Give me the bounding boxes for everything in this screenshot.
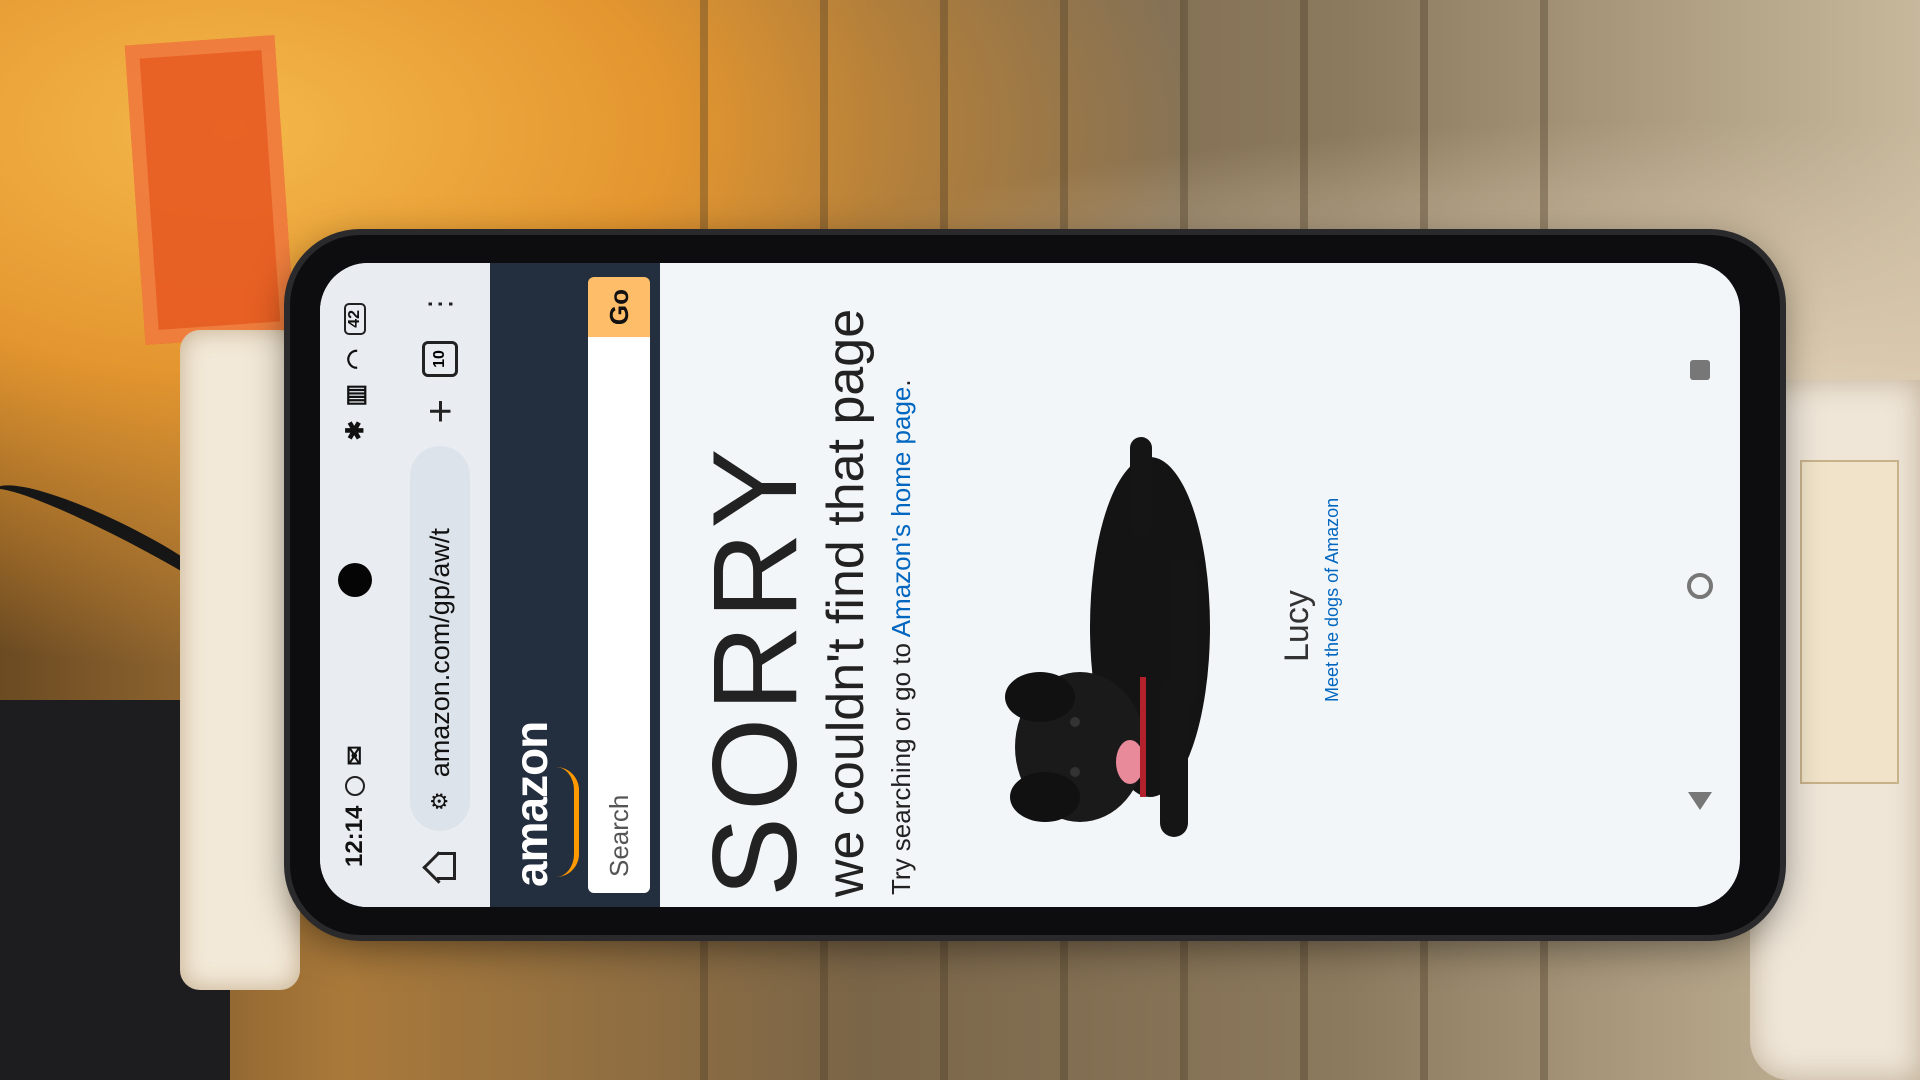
home-nav-icon[interactable] bbox=[1687, 573, 1713, 600]
tune-icon[interactable]: ⚙ bbox=[427, 791, 453, 811]
home-icon[interactable] bbox=[425, 853, 455, 883]
go-button[interactable]: Go bbox=[588, 277, 650, 337]
signal-icon: ▥ bbox=[341, 383, 369, 407]
battery-indicator: 42 bbox=[344, 303, 366, 335]
search-row: Search Go bbox=[588, 277, 650, 893]
screen-content: 12:14 ✉ ✱ ▥ ◠ 42 ⚙ amazon.com/gp/aw/t + … bbox=[320, 263, 1740, 907]
status-time: 12:14 bbox=[341, 805, 368, 867]
back-icon[interactable] bbox=[1688, 792, 1712, 811]
address-bar[interactable]: ⚙ amazon.com/gp/aw/t bbox=[410, 445, 470, 831]
dog-name: Lucy bbox=[1278, 590, 1316, 662]
amazon-logo[interactable]: amazon bbox=[504, 722, 558, 887]
wifi-icon: ◠ bbox=[341, 348, 369, 370]
error-heading: SORRY bbox=[688, 442, 822, 897]
meet-dogs-link[interactable]: Meet the dogs of Amazon bbox=[1322, 498, 1343, 702]
search-input[interactable]: Search bbox=[588, 337, 650, 893]
amazon-header: amazon Search Go bbox=[490, 263, 660, 907]
error-body-prefix: Try searching or go to bbox=[886, 637, 916, 895]
amazon-smile-icon bbox=[556, 767, 579, 877]
recents-icon[interactable] bbox=[1690, 359, 1710, 380]
error-content: SORRY we couldn't find that page Try sea… bbox=[660, 263, 1720, 907]
phone-screen: 12:14 ✉ ✱ ▥ ◠ 42 ⚙ amazon.com/gp/aw/t + … bbox=[320, 263, 1740, 907]
bluetooth-icon: ✱ bbox=[341, 420, 369, 441]
home-page-link[interactable]: Amazon's home page bbox=[886, 387, 916, 638]
url-text: amazon.com/gp/aw/t bbox=[424, 528, 455, 778]
background-label bbox=[1800, 460, 1899, 784]
error-subheading: we couldn't find that page bbox=[817, 308, 875, 897]
error-body: Try searching or go to Amazon's home pag… bbox=[886, 275, 917, 895]
menu-icon[interactable]: ⋮ bbox=[423, 287, 458, 319]
plus-icon[interactable]: + bbox=[416, 399, 464, 424]
phone: 12:14 ✉ ✱ ▥ ◠ 42 ⚙ amazon.com/gp/aw/t + … bbox=[290, 235, 1780, 935]
camera-cutout bbox=[338, 563, 372, 597]
browser-toolbar: ⚙ amazon.com/gp/aw/t + 10 ⋮ bbox=[390, 263, 490, 907]
mail-icon: ✉ bbox=[341, 745, 369, 766]
background-box bbox=[124, 35, 296, 345]
notification-icon bbox=[345, 775, 365, 796]
phone-mount-left bbox=[180, 330, 300, 990]
dog-image bbox=[1005, 437, 1210, 837]
android-nav-bar bbox=[1660, 263, 1740, 907]
error-body-suffix: . bbox=[886, 379, 916, 387]
tabs-icon[interactable]: 10 bbox=[422, 341, 458, 377]
